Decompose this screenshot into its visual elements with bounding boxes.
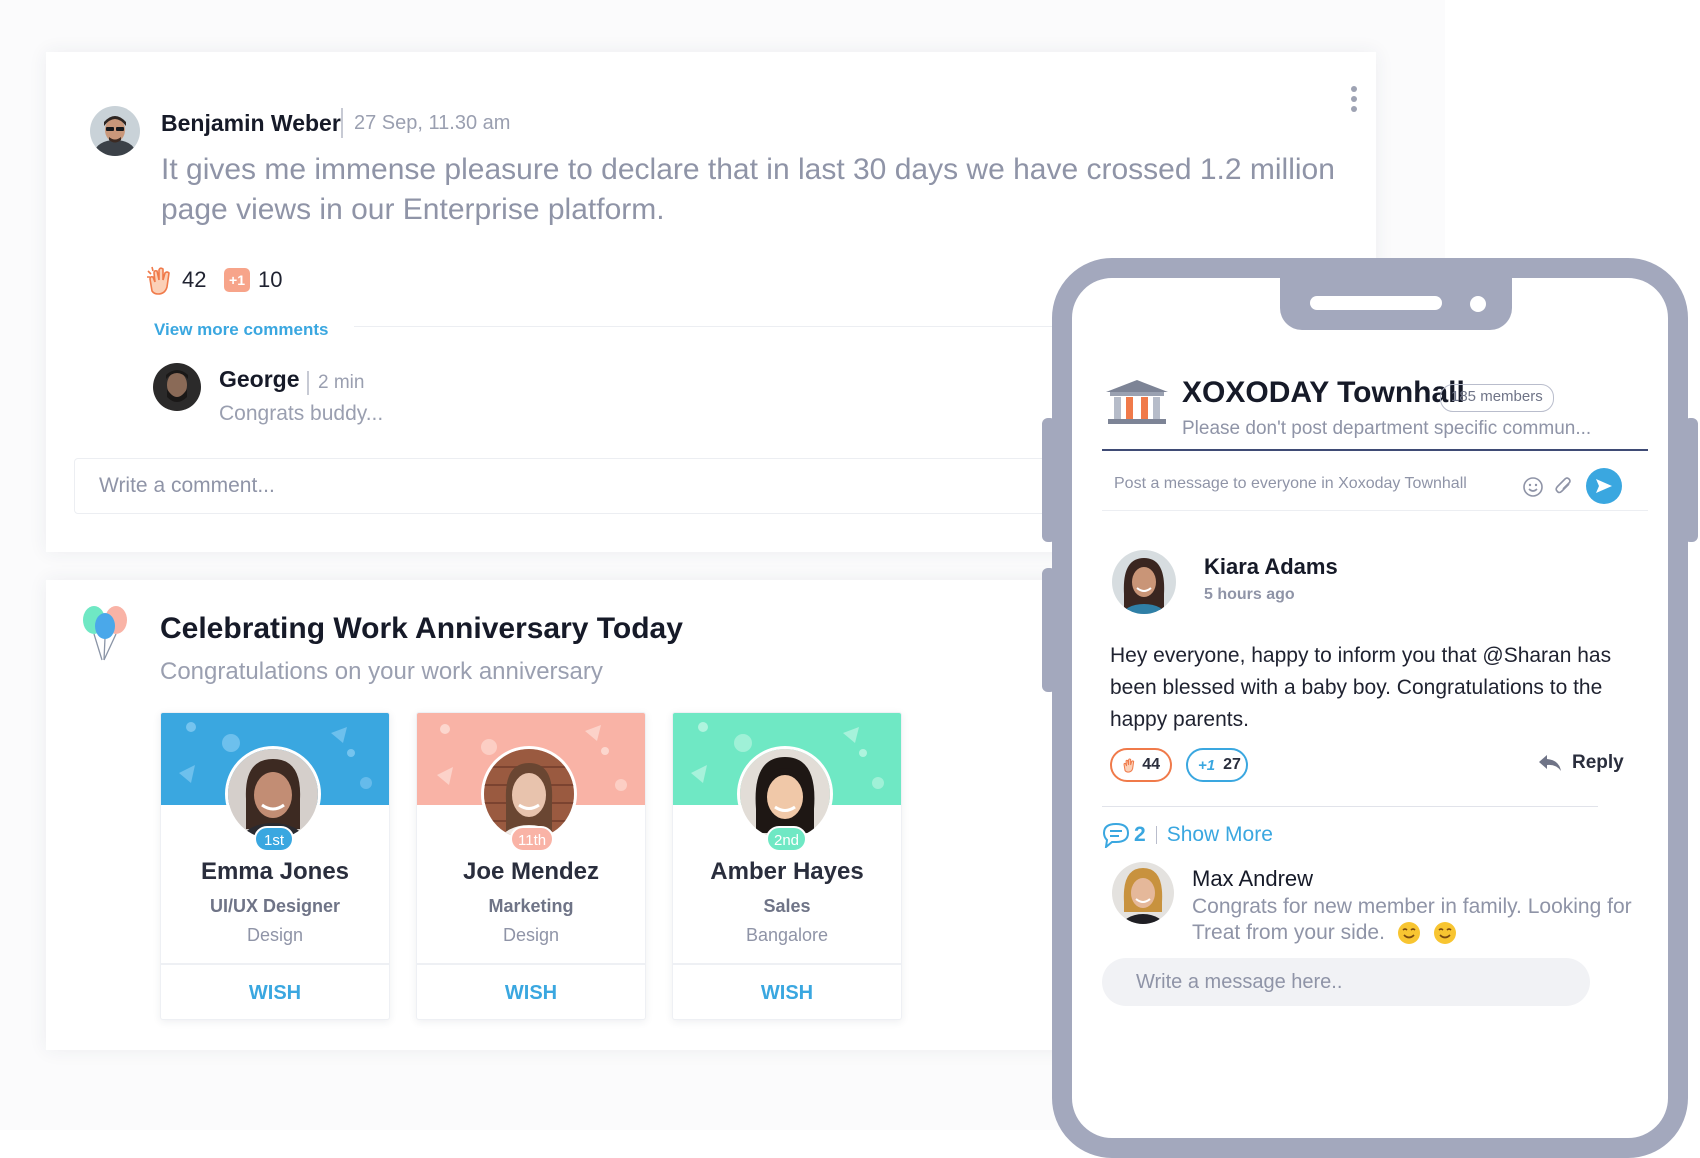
group-description: Please don't post department specific co…	[1182, 418, 1592, 439]
separator	[341, 108, 343, 138]
post-message-box[interactable]: Post a message to everyone in Xoxoday To…	[1102, 461, 1648, 511]
clap-icon	[147, 266, 170, 295]
person-role: Sales	[763, 896, 811, 916]
person-department: Bangalore	[745, 925, 829, 945]
more-vertical-icon[interactable]	[1348, 86, 1360, 116]
view-more-comments-link[interactable]: View more comments	[154, 320, 328, 340]
phone-mockup: XOXODAY Townhall 185 members Please don'…	[1052, 258, 1688, 1158]
anniversary-title: Celebrating Work Anniversary Today	[160, 612, 683, 645]
divider	[1102, 806, 1598, 807]
reply-author-name[interactable]: Max Andrew	[1192, 866, 1313, 892]
post-message-placeholder[interactable]: Post a message to everyone in Xoxoday To…	[1114, 475, 1467, 493]
person-name[interactable]: Amber Hayes	[673, 858, 901, 886]
anniversary-rank-badge: 11th	[510, 826, 555, 852]
anniversary-rank-badge: 2nd	[766, 826, 808, 852]
post-body: It gives me immense pleasure to declare …	[161, 153, 1335, 226]
group-title[interactable]: XOXODAY Townhall	[1182, 376, 1465, 410]
comment-bubble-icon	[1102, 822, 1130, 848]
clap-count: 42	[182, 267, 207, 292]
person-role: Marketing	[488, 896, 574, 916]
plus-one-icon: +1	[1198, 756, 1216, 774]
plus-one-reaction-pill[interactable]: +1 27	[1186, 748, 1248, 782]
balloon-icon	[83, 606, 127, 661]
clap-count: 44	[1142, 756, 1160, 773]
plus-one-reaction[interactable]: +1 10	[224, 264, 282, 296]
wish-button[interactable]: WISH	[417, 973, 645, 1013]
plus-one-count: 27	[1223, 756, 1241, 773]
reply-button[interactable]: Reply	[1538, 752, 1624, 774]
message-time: 5 hours ago	[1204, 586, 1295, 603]
show-more-link[interactable]: Show More	[1167, 823, 1273, 847]
plus-one-count: 10	[258, 267, 283, 292]
post-author-name[interactable]: Benjamin Weber	[161, 110, 341, 137]
divider	[673, 963, 901, 965]
commenter-name[interactable]: George	[219, 366, 300, 393]
comments-summary[interactable]: 2 Show More	[1102, 822, 1273, 848]
comment-text: Congrats buddy...	[219, 402, 384, 425]
person-name[interactable]: Joe Mendez	[417, 858, 645, 886]
reply-comment-text: Congrats for new member in family. Looki…	[1192, 894, 1632, 946]
bank-icon	[1106, 380, 1168, 424]
clap-reaction[interactable]: 42	[146, 264, 206, 296]
anniversary-rank-badge: 1st	[254, 826, 294, 852]
message-author-name[interactable]: Kiara Adams	[1204, 554, 1338, 580]
person-department: Design	[246, 925, 304, 945]
clap-reaction-pill[interactable]: 44	[1110, 748, 1172, 782]
attachment-icon[interactable]	[1554, 475, 1574, 497]
members-badge[interactable]: 185 members	[1440, 384, 1554, 412]
send-icon	[1596, 479, 1612, 493]
emoji-icon[interactable]	[1522, 476, 1544, 498]
post-timestamp: 27 Sep, 11.30 am	[354, 112, 511, 134]
reply-arrow-icon	[1539, 755, 1561, 771]
smile-emoji-icon	[1397, 922, 1420, 945]
person-role: UI/UX Designer	[209, 896, 341, 916]
message-input[interactable]	[1102, 958, 1590, 1006]
send-button[interactable]	[1586, 468, 1622, 504]
person-department: Design	[502, 925, 560, 945]
message-body: Hey everyone, happy to inform you that @…	[1110, 644, 1612, 731]
person-card: 11th Joe Mendez Marketing Design WISH	[416, 712, 646, 1020]
author-avatar[interactable]	[90, 106, 140, 156]
clap-icon	[1123, 758, 1135, 773]
separator	[307, 371, 309, 395]
commenter-avatar[interactable]	[153, 363, 201, 411]
person-name[interactable]: Emma Jones	[161, 858, 389, 886]
reply-label: Reply	[1572, 752, 1624, 773]
comment-time: 2 min	[318, 372, 365, 393]
reply-author-avatar[interactable]	[1112, 862, 1174, 924]
plus-one-icon: +1	[224, 268, 250, 292]
header-underline	[1102, 449, 1648, 451]
wish-button[interactable]: WISH	[673, 973, 901, 1013]
wish-button[interactable]: WISH	[161, 973, 389, 1013]
person-card: 2nd Amber Hayes Sales Bangalore WISH	[672, 712, 902, 1020]
anniversary-subtitle: Congratulations on your work anniversary	[160, 658, 603, 685]
divider	[161, 963, 389, 965]
person-card: 1st Emma Jones UI/UX Designer Design WIS…	[160, 712, 390, 1020]
divider	[417, 963, 645, 965]
separator	[1155, 826, 1157, 844]
comments-count: 2	[1134, 823, 1146, 846]
smile-emoji-icon	[1433, 922, 1456, 945]
message-author-avatar[interactable]	[1112, 550, 1176, 614]
phone-screen: XOXODAY Townhall 185 members Please don'…	[1072, 278, 1668, 1138]
